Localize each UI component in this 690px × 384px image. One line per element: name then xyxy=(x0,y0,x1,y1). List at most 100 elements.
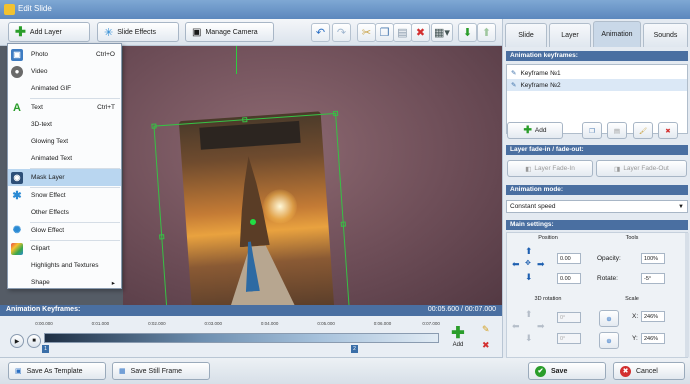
paste-icon[interactable]: ▤ xyxy=(393,23,412,42)
delete-icon[interactable]: ✖ xyxy=(411,23,430,42)
paste-keyframe-button[interactable]: ▤ xyxy=(607,122,627,139)
resize-handle[interactable] xyxy=(332,110,339,117)
move-cross-icon[interactable]: ✥ xyxy=(525,259,531,267)
delete-keyframe-panel-button[interactable]: ✖ xyxy=(658,122,678,139)
rotate-field[interactable]: -5° xyxy=(641,273,665,284)
grid-dropdown-icon[interactable]: ▦▾ xyxy=(431,23,453,42)
save-button[interactable]: ✔ Save xyxy=(528,362,606,380)
slide-effects-button[interactable]: ✳ Slide Effects xyxy=(97,22,179,42)
clipart-icon xyxy=(11,242,23,255)
position-y-field[interactable]: 0.00 xyxy=(557,273,581,284)
menu-item-snow-effect[interactable]: ✱ Snow Effect xyxy=(8,187,121,204)
menu-item-text[interactable]: A Text Ctrl+T xyxy=(8,99,121,116)
add-keyframe-panel-button[interactable]: ✚ Add xyxy=(507,122,563,139)
scale-x-field[interactable]: 246% xyxy=(641,311,665,322)
add-layer-menu: ▣ Photo Ctrl+O ● Video Animated GIF A Te… xyxy=(7,43,122,289)
position-header: Position xyxy=(538,235,558,241)
arrow-left-icon[interactable]: ⬅ xyxy=(512,259,520,270)
window-title: Edit Slide xyxy=(18,4,52,13)
save-label: Save xyxy=(551,367,568,375)
layer-fade-out-button[interactable]: ◨ Layer Fade-Out xyxy=(596,160,687,177)
cancel-label: Cancel xyxy=(636,367,658,375)
scale-y-button[interactable]: ⊕ xyxy=(599,332,619,349)
resize-handle[interactable] xyxy=(151,123,157,129)
layer-fade-in-button[interactable]: ◧ Layer Fade-In xyxy=(507,160,593,177)
menu-item-animated-text[interactable]: Animated Text xyxy=(8,150,121,167)
menu-item-3d-text[interactable]: 3D-text xyxy=(8,116,121,133)
rotate-3d-down-icon[interactable]: ⬇ xyxy=(525,333,533,344)
tools-header: Tools xyxy=(625,235,639,241)
rotate-3d-up-icon[interactable]: ⬆ xyxy=(525,309,533,320)
move-up-icon[interactable]: ⬆ xyxy=(477,23,496,42)
menu-item-label: Shape xyxy=(31,279,50,286)
anchor-point[interactable] xyxy=(250,219,256,225)
arrow-right-icon[interactable]: ➡ xyxy=(537,259,545,270)
toolbar: ✚ Add Layer ✳ Slide Effects ▣ Manage Cam… xyxy=(0,19,502,46)
resize-handle[interactable] xyxy=(242,117,248,123)
fade-in-label: Layer Fade-In xyxy=(534,165,575,172)
play-icon: ▶ xyxy=(14,338,20,345)
cut-icon[interactable]: ✂ xyxy=(357,23,376,42)
tab-sounds[interactable]: Sounds xyxy=(643,23,688,47)
save-still-frame-button[interactable]: ▦ Save Still Frame xyxy=(112,362,210,380)
rotation-guide-line xyxy=(236,46,237,74)
rotate-3d-right-icon[interactable]: ➡ xyxy=(537,321,545,332)
menu-item-highlights-textures[interactable]: Highlights and Textures xyxy=(8,257,121,274)
rotate-3d-left-icon[interactable]: ⬅ xyxy=(512,321,520,332)
ruler-tick: 0:01.000 xyxy=(91,321,110,326)
add-keyframe-button[interactable]: ✚ Add xyxy=(446,326,470,354)
scale-x-button[interactable]: ⊕ xyxy=(599,310,619,327)
animation-mode-select[interactable]: Constant speed ▼ xyxy=(506,200,688,213)
rotation-3d-b-field[interactable]: 0° xyxy=(557,333,581,344)
list-item[interactable]: ✎ Keyframe №1 xyxy=(507,67,687,79)
text-icon: A xyxy=(13,101,21,114)
settings-scrollbar[interactable] xyxy=(685,233,689,357)
scale-x-label: X: xyxy=(632,313,639,320)
add-layer-button[interactable]: ✚ Add Layer xyxy=(8,22,90,42)
edit-keyframe-icon[interactable]: ✎ xyxy=(482,324,490,335)
opacity-field[interactable]: 100% xyxy=(641,253,665,264)
save-as-template-button[interactable]: ▣ Save As Template xyxy=(8,362,106,380)
menu-item-other-effects[interactable]: Other Effects xyxy=(8,204,121,221)
arrow-down-icon[interactable]: ⬇ xyxy=(525,272,533,283)
menu-item-shape[interactable]: Shape ▸ xyxy=(8,274,121,291)
timeline-track[interactable] xyxy=(44,333,439,343)
delete-keyframe-icon[interactable]: ✖ xyxy=(482,340,490,351)
move-down-icon[interactable]: ⬇ xyxy=(458,23,477,42)
rotation-3d-a-field[interactable]: 0° xyxy=(557,312,581,323)
undo-icon[interactable]: ↶ xyxy=(311,23,330,42)
menu-item-photo[interactable]: ▣ Photo Ctrl+O xyxy=(8,46,121,63)
timeline: ▶ ■ 0:00.000 0:01.000 0:02.000 0:03.000 … xyxy=(0,316,502,358)
list-item[interactable]: ✎ Keyframe №2 xyxy=(507,79,687,91)
redo-icon[interactable]: ↷ xyxy=(332,23,351,42)
copy-keyframe-button[interactable]: ❐ xyxy=(582,122,602,139)
stop-button[interactable]: ■ xyxy=(27,334,41,348)
menu-item-clipart[interactable]: Clipart xyxy=(8,240,121,257)
menu-item-video[interactable]: ● Video xyxy=(8,63,121,80)
tab-animation[interactable]: Animation xyxy=(593,21,641,47)
keyframe-marker[interactable]: 1 xyxy=(42,345,49,353)
menu-item-mask-layer[interactable]: ◉ Mask Layer xyxy=(8,169,121,186)
snowflake-icon: ✱ xyxy=(12,190,22,202)
cancel-button[interactable]: ✖ Cancel xyxy=(613,362,685,380)
copy-icon[interactable]: ❐ xyxy=(375,23,394,42)
scale-y-field[interactable]: 246% xyxy=(641,333,665,344)
manage-camera-button[interactable]: ▣ Manage Camera xyxy=(185,22,274,42)
stop-icon: ■ xyxy=(32,338,36,344)
arrow-up-icon[interactable]: ⬆ xyxy=(525,246,533,257)
tab-slide[interactable]: Slide xyxy=(505,23,547,47)
menu-item-label: 3D-text xyxy=(31,121,52,128)
menu-item-glowing-text[interactable]: Glowing Text xyxy=(8,133,121,150)
resize-handle[interactable] xyxy=(340,221,346,227)
copy-icon: ❐ xyxy=(589,127,595,135)
menu-item-animated-gif[interactable]: Animated GIF xyxy=(8,80,121,97)
tab-layer[interactable]: Layer xyxy=(549,23,591,47)
keyframe-marker[interactable]: 2 xyxy=(351,345,358,353)
main-settings-area: Position Tools ⬆ ⬅ ✥ ➡ ⬇ 0.00 0.00 Opaci… xyxy=(506,232,689,358)
position-x-field[interactable]: 0.00 xyxy=(557,253,581,264)
menu-item-glow-effect[interactable]: ✺ Glow Effect xyxy=(8,222,121,239)
brush-icon: 🖌 xyxy=(638,127,648,135)
resize-handle[interactable] xyxy=(159,234,165,240)
play-button[interactable]: ▶ xyxy=(10,334,24,348)
brush-button[interactable]: 🖌 xyxy=(633,122,653,139)
